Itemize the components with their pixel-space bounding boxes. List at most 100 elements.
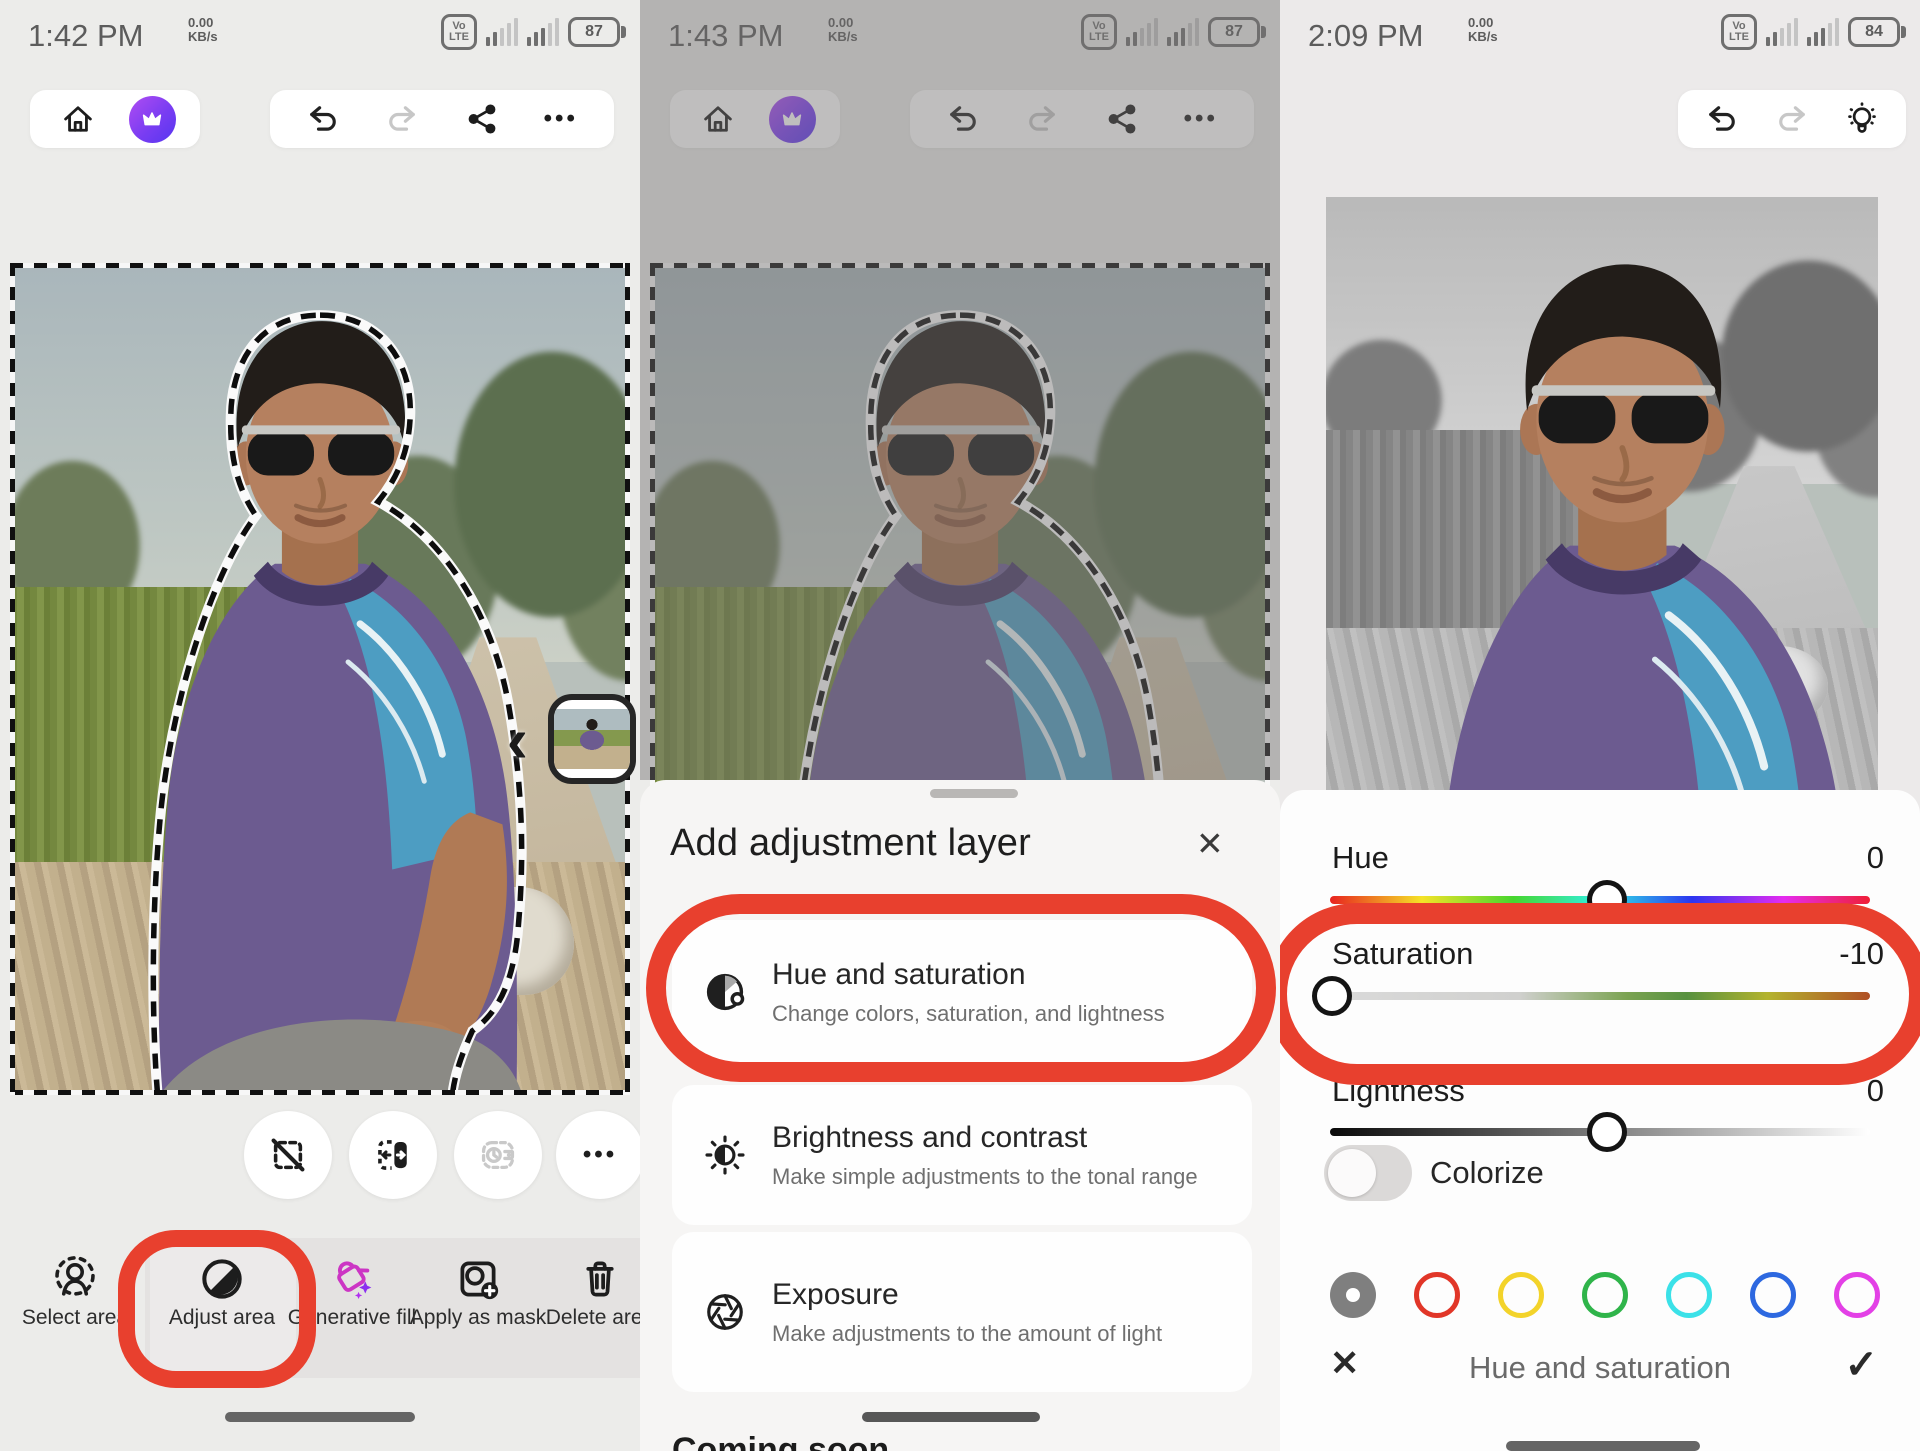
lightness-value: 0 xyxy=(1867,1073,1884,1109)
more-icon: ••• xyxy=(583,1141,617,1169)
delete-area-button[interactable]: Delete area xyxy=(525,1252,640,1330)
option-title: Exposure xyxy=(772,1278,1252,1312)
select-area-button[interactable]: Select area xyxy=(0,1252,150,1330)
screenshot-root: 1:42 PM 0.00 KB/s Vo LTE 87 xyxy=(0,0,1920,1451)
invert-selection-icon xyxy=(371,1133,415,1177)
invert-selection-button[interactable] xyxy=(349,1111,437,1199)
color-swatch-none-selected[interactable] xyxy=(1330,1272,1376,1318)
premium-button[interactable] xyxy=(126,93,178,145)
sheet-close-button[interactable]: ✕ xyxy=(1196,824,1224,863)
battery-level: 84 xyxy=(1865,23,1883,41)
color-swatch-magenta[interactable] xyxy=(1834,1272,1880,1318)
confirm-button[interactable]: ✓ xyxy=(1844,1342,1878,1388)
panel-add-adjustment-step: 1:43 PM 0.00 KB/s Vo LTE 87 xyxy=(640,0,1280,1451)
selection-history-button-disabled xyxy=(454,1111,542,1199)
brightness-contrast-icon xyxy=(702,1132,748,1178)
adjust-area-label: Adjust area xyxy=(169,1306,275,1329)
selection-edge-bottom xyxy=(10,1090,630,1095)
option-subtitle: Make adjustments to the amount of light xyxy=(772,1321,1252,1347)
colorize-label: Colorize xyxy=(1430,1155,1544,1191)
panel-saturation-step: 2:09 PM 0.00 KB/s Vo LTE 84 xyxy=(1280,0,1920,1451)
clock: 1:42 PM xyxy=(28,18,143,54)
color-swatch-red[interactable] xyxy=(1414,1272,1460,1318)
battery-icon: 84 xyxy=(1848,17,1900,47)
status-bar: 2:09 PM 0.00 KB/s Vo LTE 84 xyxy=(1280,12,1920,58)
photo-canvas[interactable] xyxy=(10,263,630,1095)
clock: 2:09 PM xyxy=(1308,18,1423,54)
share-button[interactable] xyxy=(456,93,508,145)
delete-area-icon xyxy=(525,1252,640,1306)
option-title: Hue and saturation xyxy=(772,958,1252,992)
option-subtitle: Change colors, saturation, and lightness xyxy=(772,1001,1252,1027)
home-button[interactable] xyxy=(52,93,104,145)
selection-more-button[interactable]: ••• xyxy=(556,1111,640,1199)
saturation-slider-handle[interactable] xyxy=(1312,976,1352,1016)
sheet-drag-handle[interactable] xyxy=(930,789,1018,798)
tips-button[interactable] xyxy=(1836,93,1888,145)
adjust-area-button[interactable]: Adjust area xyxy=(147,1252,297,1330)
hue-slider-handle[interactable] xyxy=(1587,880,1627,920)
coming-soon-heading: Coming soon xyxy=(672,1431,889,1451)
deselect-icon xyxy=(266,1133,310,1177)
share-icon xyxy=(464,101,500,137)
home-icon xyxy=(60,101,96,137)
home-indicator[interactable] xyxy=(1506,1441,1700,1451)
hue-label: Hue xyxy=(1332,840,1389,876)
layer-thumbnail[interactable] xyxy=(548,694,636,784)
network-speed-value: 0.00 xyxy=(1468,15,1493,30)
saturation-label: Saturation xyxy=(1332,936,1473,972)
option-hue-and-saturation[interactable]: Hue and saturation Change colors, satura… xyxy=(672,920,1252,1064)
network-speed: 0.00 KB/s xyxy=(188,16,218,44)
network-speed-unit: KB/s xyxy=(1468,29,1498,44)
hue-saturation-panel: Hue 0 Saturation -10 Lightness 0 Coloriz… xyxy=(1280,790,1920,1451)
photo-canvas[interactable] xyxy=(1326,197,1878,795)
delete-area-label: Delete area xyxy=(546,1306,640,1329)
more-icon: ••• xyxy=(544,105,578,133)
signal-bars-sim2-icon xyxy=(1807,18,1839,46)
lightness-label: Lightness xyxy=(1332,1073,1465,1109)
lightness-slider-handle[interactable] xyxy=(1587,1112,1627,1152)
selection-edge-right xyxy=(625,263,630,1095)
signal-bars-sim1-icon xyxy=(486,18,518,46)
home-indicator[interactable] xyxy=(862,1412,1040,1422)
volte-bottom: LTE xyxy=(1729,32,1749,43)
saturation-slider-track[interactable] xyxy=(1330,992,1870,1000)
edit-toolbar: ••• xyxy=(270,90,614,148)
undo-button[interactable] xyxy=(297,93,349,145)
home-indicator[interactable] xyxy=(225,1412,415,1422)
deselect-button[interactable] xyxy=(244,1111,332,1199)
network-speed: 0.00 KB/s xyxy=(1468,16,1498,44)
panel-select-step: 1:42 PM 0.00 KB/s Vo LTE 87 xyxy=(0,0,640,1451)
status-icons: Vo LTE 84 xyxy=(1721,14,1906,50)
add-adjustment-sheet: Add adjustment layer ✕ Hue and saturatio… xyxy=(640,780,1280,1451)
battery-icon: 87 xyxy=(568,17,620,47)
redo-button[interactable] xyxy=(376,93,428,145)
select-area-label: Select area xyxy=(22,1306,128,1329)
photo-person xyxy=(10,263,630,1095)
edit-toolbar xyxy=(1678,90,1906,148)
color-swatch-green[interactable] xyxy=(1582,1272,1628,1318)
saturation-value: -10 xyxy=(1839,936,1884,972)
more-button[interactable]: ••• xyxy=(535,93,587,145)
option-brightness-and-contrast[interactable]: Brightness and contrast Make simple adju… xyxy=(672,1085,1252,1225)
selection-history-icon xyxy=(476,1133,520,1177)
colorize-toggle[interactable] xyxy=(1324,1145,1412,1201)
volte-bottom: LTE xyxy=(449,32,469,43)
undo-icon xyxy=(1704,101,1740,137)
sheet-title: Add adjustment layer xyxy=(670,822,1031,865)
option-title: Brightness and contrast xyxy=(772,1121,1252,1155)
network-speed-unit: KB/s xyxy=(188,29,218,44)
status-icons: Vo LTE 87 xyxy=(441,14,626,50)
signal-bars-sim1-icon xyxy=(1766,18,1798,46)
undo-button[interactable] xyxy=(1696,93,1748,145)
color-swatch-cyan[interactable] xyxy=(1666,1272,1712,1318)
redo-button[interactable] xyxy=(1766,93,1818,145)
hue-saturation-icon xyxy=(702,969,748,1015)
volte-icon: Vo LTE xyxy=(1721,14,1757,50)
colorize-toggle-knob xyxy=(1328,1149,1376,1197)
collapse-thumbnail-chevron[interactable]: ‹ xyxy=(507,700,528,780)
signal-bars-sim2-icon xyxy=(527,18,559,46)
color-swatch-yellow[interactable] xyxy=(1498,1272,1544,1318)
option-exposure[interactable]: Exposure Make adjustments to the amount … xyxy=(672,1232,1252,1392)
color-swatch-blue[interactable] xyxy=(1750,1272,1796,1318)
